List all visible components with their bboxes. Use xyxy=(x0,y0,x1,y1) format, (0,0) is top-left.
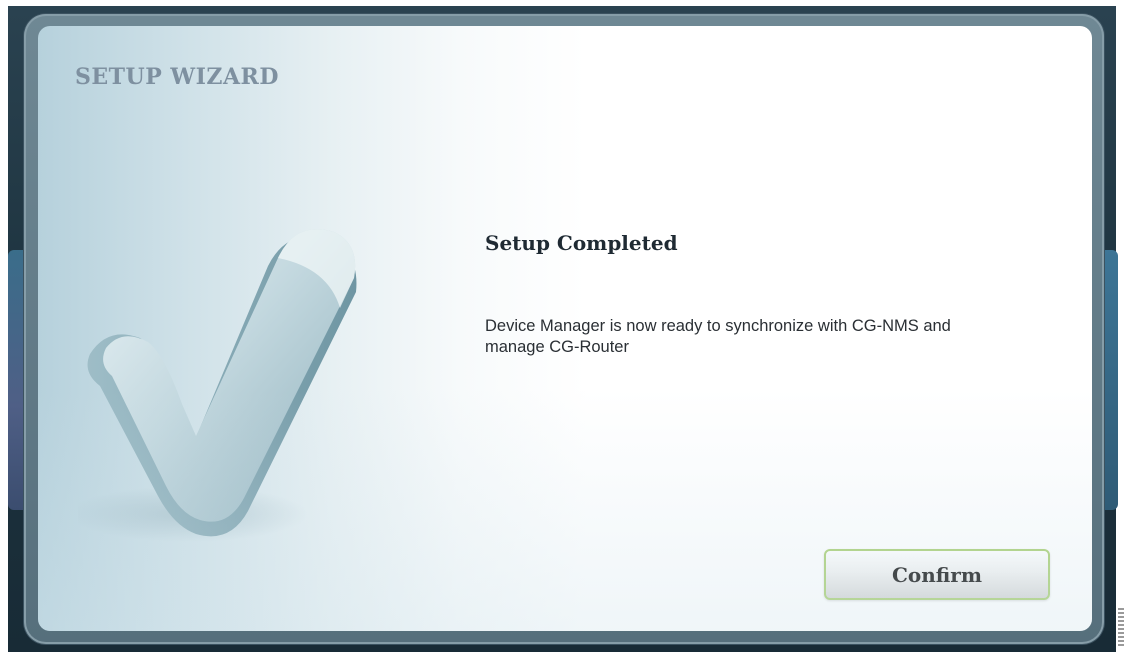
wizard-title: SETUP WIZARD xyxy=(75,64,279,90)
confirm-button[interactable]: Confirm xyxy=(824,549,1050,600)
completion-heading: Setup Completed xyxy=(485,231,678,255)
image-id-mark xyxy=(1118,608,1124,648)
completion-message: Device Manager is now ready to synchroni… xyxy=(485,317,951,356)
checkmark-icon xyxy=(78,229,357,542)
setup-wizard-dialog: SETUP WIZARD Setup Completed Device Mana… xyxy=(38,26,1092,631)
